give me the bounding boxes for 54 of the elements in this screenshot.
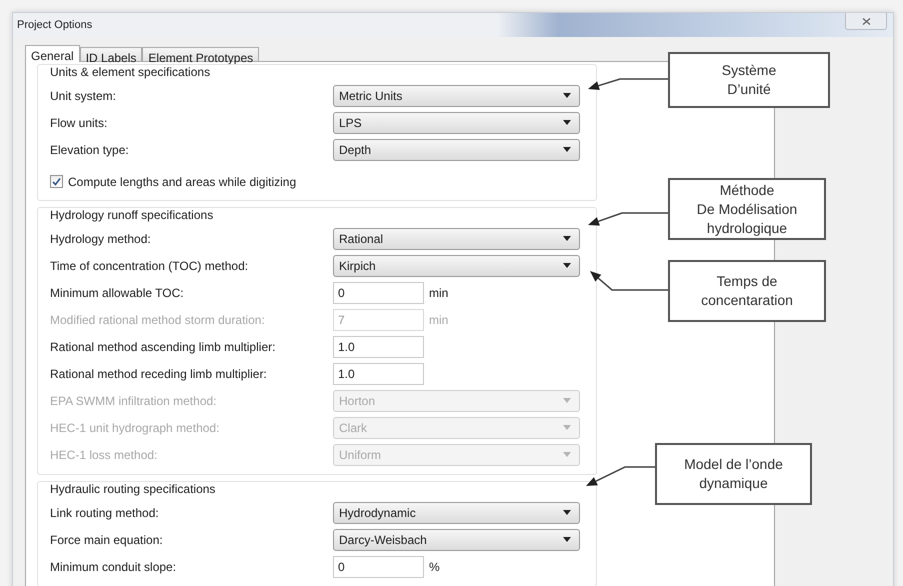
dropdown[interactable]: LPS [333,112,580,134]
dropdown[interactable]: Rational [333,228,580,250]
field-label: Hydrology method: [50,232,152,246]
input-field[interactable]: 0 [333,282,424,304]
dropdown[interactable]: Kirpich [333,254,580,276]
field-label: Link routing method: [50,506,160,520]
unit-label: min [429,286,448,300]
field-label: Force main equation: [50,532,164,546]
caret-icon [563,398,571,403]
callout-arrow [586,466,655,486]
dropdown[interactable]: Depth [333,138,580,160]
input-field[interactable]: 1.0 [333,362,424,384]
section-title: Hydrology runoff specifications [50,207,214,224]
caret-icon [563,537,571,542]
checkbox-label: Compute lengths and areas while digitizing [68,174,296,188]
caret-icon [563,452,571,457]
callout-box: Temps de concentaration [668,260,826,322]
field-label: HEC-1 loss method: [50,448,158,462]
field-label: Minimum allowable TOC: [50,286,185,300]
field-label: Modified rational method storm duration: [50,312,266,326]
dropdown[interactable]: Hydrodynamic [333,502,580,524]
tab[interactable]: ID Labels [80,47,142,61]
field-label: Unit system: [50,88,118,102]
dropdown[interactable]: Metric Units [333,84,580,106]
field-label: EPA SWMM infiltration method: [50,394,218,408]
caret-icon [563,510,571,515]
field-label: Rational method ascending limb multiplier: [50,340,276,354]
input-field[interactable]: 1.0 [333,336,424,358]
caret-icon [563,93,571,98]
unit-label: min [429,312,448,326]
caret-icon [563,425,571,430]
checkbox[interactable] [50,175,63,188]
caret-icon [563,147,571,152]
callout-box: Model de l’onde dynamique [655,443,812,505]
field-label: Elevation type: [50,142,130,156]
caret-icon [563,120,571,125]
close-icon [862,18,870,24]
field-label: Minimum conduit slope: [50,560,178,574]
caret-icon [563,236,571,241]
input-field[interactable]: 0 [333,556,424,578]
field-label: Flow units: [50,116,108,130]
close-button[interactable] [845,13,887,30]
field-label: Time of concentration (TOC) method: [50,258,250,272]
unit-label: % [429,560,440,574]
dropdown[interactable]: Darcy-Weisbach [333,528,580,550]
callout-box: Système D’unité [668,52,830,108]
caret-icon [563,263,571,268]
window-title: Project Options [16,19,92,31]
field-label: HEC-1 unit hydrograph method: [50,420,220,434]
field-label: Rational method receding limb multiplier: [50,366,268,380]
tab[interactable]: General [25,45,80,62]
section-title: Hydraulic routing specifications [50,481,216,498]
section-title: Units & element specifications [50,64,212,81]
callout-box: Méthode De Modélisation hydrologique [668,178,826,240]
